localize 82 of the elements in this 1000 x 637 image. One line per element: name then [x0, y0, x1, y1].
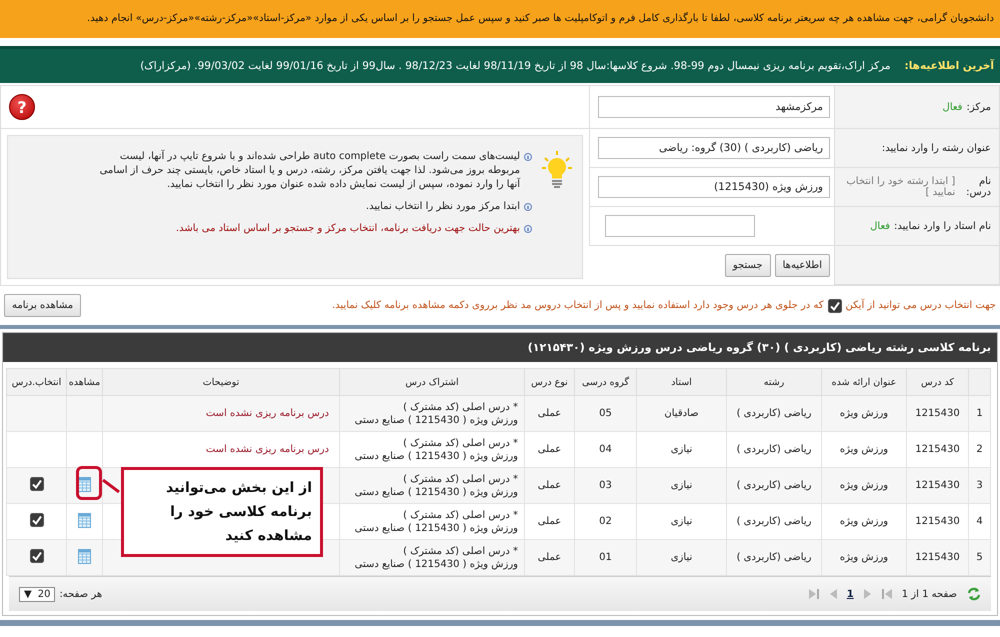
info-icon [524, 203, 532, 211]
column-header: رشته [726, 368, 822, 396]
leader-line [102, 479, 120, 493]
form-button[interactable]: اطلاعیه‌ها [774, 254, 830, 277]
per-page-label: هر صفحه: [59, 588, 102, 600]
table-cell: ورزش ویژه [822, 468, 906, 504]
field-label: عنوان رشته را وارد نمایید: [882, 142, 991, 154]
table-cell: * درس اصلی (کد مشترک ) ورزش ویژه ( 1215430 ) صنایع دستی [340, 540, 524, 576]
input-field[interactable]: مرکزمشهد [598, 96, 830, 118]
field-label: نام استاد را وارد نمایید: [894, 220, 991, 232]
input-field[interactable]: ریاضی (کاربردی ) (30) گروه: ریاضی [598, 137, 830, 159]
table-cell: عملی [524, 540, 574, 576]
field-label: نام درس: [965, 176, 991, 198]
column-header: توضیحات [102, 368, 340, 396]
table-cell: ریاضی (کاربردی ) [726, 396, 822, 432]
previous-page-icon[interactable] [864, 588, 872, 600]
view-schedule-button[interactable]: مشاهده برنامه [4, 294, 82, 317]
per-page-select[interactable]: 20 ▼ [19, 586, 56, 602]
tip-text: ابتدا مرکز مورد نظر را انتخاب نمایید. [366, 200, 520, 214]
status-label: فعال [942, 102, 962, 112]
table-cell: نیازی [636, 468, 726, 504]
input-field[interactable] [605, 215, 755, 237]
table-cell: ریاضی (کاربردی ) [726, 468, 822, 504]
input-field[interactable]: ورزش ویژه (1215430) [598, 176, 830, 198]
table-cell: 03 [574, 468, 636, 504]
help-button[interactable]: ? [9, 94, 35, 120]
field-label: مرکز: [966, 102, 991, 112]
last-page-icon[interactable] [882, 588, 892, 600]
column-header: استاد [636, 368, 726, 396]
column-header: عنوان ارائه شده [822, 368, 906, 396]
table-cell: ریاضی (کاربردی ) [726, 540, 822, 576]
table-cell: نیازی [636, 540, 726, 576]
column-header: نوع درس [524, 368, 574, 396]
checkbox-icon[interactable] [828, 298, 842, 312]
instruction-text: که در جلوی هر درس وجود دارد استفاده نمایید و پس از انتخاب دروس مد نظر برروی دکمه مشاهده برنامه کلیک نمایید. [332, 300, 824, 311]
news-text: مرکز اراک،تقویم برنامه ریزی نیمسال دوم 99-98. شروع کلاسها:سال 98 از تاریخ 98/11/19 لغایت 98/12/23 . سال99 از تاریخ 99/01/16 لغایت 99/03/02. (مرکزاراک) [140, 60, 891, 72]
table-cell: ورزش ویژه [822, 396, 906, 432]
table-title: برنامه کلاسی رشته ریاضی (کاربردی ) (۳۰) گروه ریاضی درس ورزش ویژه (۱۲۱۵۴۳۰) [3, 333, 997, 362]
tip-text: لیست‌های سمت راست بصورت auto complete طراحی شده‌اند و با شروع تایپ در آنها، لیست مربوطه بروز می‌شود. لذا جهت یافتن مرکز، رشته، درس و یا استاد خاص، بایستی چند حرف از اسامی آنها را وارد نموده، سپس از لیست نمایش داده شده عنوان مورد نظر را انتخاب نمایید. [98, 150, 520, 192]
column-header: کد درس [906, 368, 968, 396]
highlight-ring [76, 466, 102, 500]
notice-banner: دانشجویان گرامی، جهت مشاهده هر چه سریعتر برنامه کلاسی، لطفا تا بارگذاری کامل فرم و اتوکامپلیت ها صبر کنید و سپس عمل جستجو را بر اساس یکی از موارد «مرکز-استاد»«مرکز-رشته»«مرکز-درس» انجام دهید. [0, 0, 1000, 38]
table-cell: ورزش ویژه [822, 540, 906, 576]
calendar-icon[interactable] [78, 476, 91, 492]
checkbox-icon[interactable] [30, 477, 44, 491]
calendar-icon[interactable] [78, 512, 91, 528]
page-info: صفحه 1 از 1 [902, 588, 957, 600]
tip-text: بهترین حالت جهت دریافت برنامه، انتخاب مرکز و جستجو بر اساس استاد می باشد. [176, 222, 520, 236]
callout-box: از این بخش می‌توانید برنامه کلاسی خود را مشاهده کنید [121, 467, 323, 557]
lightbulb-icon [542, 150, 572, 190]
column-header: اشتراک درس [340, 368, 524, 396]
column-header: گروه درسی [574, 368, 636, 396]
instruction-text: جهت انتخاب درس می توانید از آیکن [846, 300, 996, 311]
table-cell: 01 [574, 540, 636, 576]
table-cell: * درس اصلی (کد مشترک ) ورزش ویژه ( 1215430 ) صنایع دستی [340, 396, 524, 432]
info-icon [524, 153, 532, 161]
table-cell: 5 [968, 540, 990, 576]
table-cell: 1 [968, 396, 990, 432]
table-cell: 1215430 [906, 540, 968, 576]
field-hint: [ ابتدا رشته خود را انتخاب نمایید ] [845, 176, 956, 198]
form-button[interactable]: جستجو [724, 254, 771, 277]
page-link[interactable]: 1 [846, 588, 854, 600]
news-label: آخرین اطلاعیه‌ها: [904, 60, 994, 72]
info-icon [524, 225, 532, 233]
checkbox-icon[interactable] [30, 549, 44, 563]
calendar-icon[interactable] [78, 548, 91, 564]
table-cell: درس برنامه ریزی نشده است [102, 396, 340, 432]
table-cell: صادقیان [636, 396, 726, 432]
table-cell: * درس اصلی (کد مشترک ) ورزش ویژه ( 1215430 ) صنایع دستی [340, 468, 524, 504]
table-cell: عملی [524, 396, 574, 432]
status-label: فعال [870, 220, 890, 232]
table-cell: 1215430 [906, 396, 968, 432]
table-cell: 3 [968, 468, 990, 504]
checkbox-icon[interactable] [30, 513, 44, 527]
column-header: مشاهده [66, 368, 102, 396]
first-page-icon[interactable] [808, 588, 819, 600]
table-cell: 05 [574, 396, 636, 432]
refresh-icon[interactable] [967, 587, 981, 601]
column-header: انتخاب.درس [6, 368, 66, 396]
next-page-icon[interactable] [828, 588, 837, 600]
table-cell: 1215430 [906, 468, 968, 504]
table-cell: عملی [524, 468, 574, 504]
